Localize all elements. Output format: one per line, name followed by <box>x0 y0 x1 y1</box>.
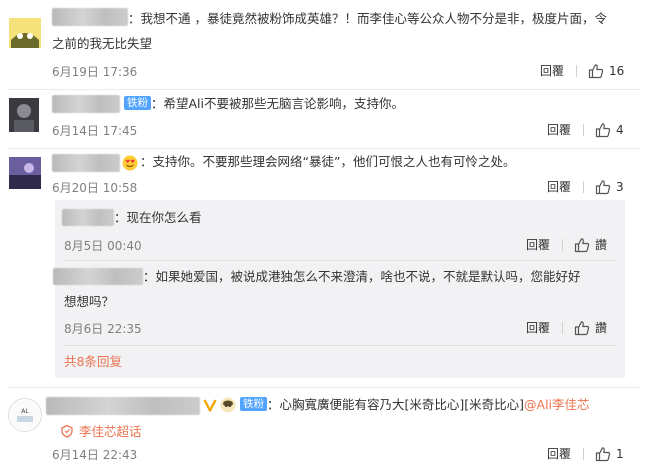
heart-eyes-emoji-icon <box>122 155 138 171</box>
action-separator <box>562 238 564 251</box>
comment-text-continued: 之前的我无比失望 <box>52 36 153 51</box>
like-icon[interactable] <box>595 179 611 195</box>
reply-button[interactable]: 回覆 <box>526 319 550 336</box>
mention-link[interactable]: @Ali李佳芯 <box>524 397 590 412</box>
like-icon[interactable] <box>574 237 590 253</box>
comment-1: ：我想不通 ，暴徒竟然被粉饰成英雄？！而李佳心等公众人物不分是非，极度片面，令 … <box>0 0 648 90</box>
username-redacted[interactable] <box>62 209 114 226</box>
like-count: 3 <box>616 179 624 194</box>
action-separator <box>583 180 585 193</box>
reply-text-continued: 想想吗？ <box>64 294 115 309</box>
action-separator <box>583 447 585 460</box>
supertopic-tag[interactable]: 李佳芯超话 <box>60 421 142 440</box>
comment-text-wrap: 铁粉 ：希望Ali不要被那些无脑言论影响，支持你。 <box>124 93 404 115</box>
comment-text: ：心胸寬廣便能有容乃大[米奇比心][米奇比心] <box>267 397 525 412</box>
like-label[interactable]: 讚 <box>595 319 607 336</box>
comment-4: AL 铁粉 ：心胸寬廣便能有容乃大[米奇比心][米奇比心]@Ali李佳芯 李佳芯超… <box>0 388 648 464</box>
reply-text: ：如果她爱国，被说成港独怎么不来澄清，啥也不说，不就是默认吗，您能好好 <box>143 269 581 284</box>
fan-badge: 铁粉 <box>240 397 267 411</box>
member-icon <box>220 397 236 413</box>
avatar[interactable] <box>9 98 39 132</box>
supertopic-label: 李佳芯超话 <box>79 424 142 439</box>
action-separator <box>562 321 564 334</box>
comment-timestamp: 6月14日 22:43 <box>52 448 138 462</box>
username-redacted[interactable] <box>52 154 120 172</box>
comment-actions: 回覆 1 <box>547 445 624 462</box>
comment-timestamp: 6月14日 17:45 <box>52 124 138 138</box>
reply-timestamp: 8月6日 22:35 <box>64 322 142 336</box>
like-count: 16 <box>609 63 625 78</box>
more-replies-link[interactable]: 共8条回复 <box>64 351 122 373</box>
comment-actions: 回覆 16 <box>540 62 624 79</box>
like-icon[interactable] <box>595 446 611 462</box>
action-separator <box>583 123 585 136</box>
comment-actions: 回覆 3 <box>547 178 624 195</box>
comment-text: ：支持你。不要那些理会网络“暴徒”，他们可恨之人也有可怜之处。 <box>140 154 516 169</box>
reply-button[interactable]: 回覆 <box>526 236 550 253</box>
action-separator <box>576 64 578 77</box>
supertopic-icon <box>60 424 74 438</box>
comment-text: ：我想不通 ，暴徒竟然被粉饰成英雄？！而李佳心等公众人物不分是非，极度片面，令 <box>128 11 607 26</box>
reply-button[interactable]: 回覆 <box>547 445 571 462</box>
avatar[interactable] <box>9 18 41 48</box>
reply-button[interactable]: 回覆 <box>547 178 571 195</box>
comment-text-wrap: 铁粉 ：心胸寬廣便能有容乃大[米奇比心][米奇比心]@Ali李佳芯 <box>240 394 590 416</box>
reply-text: ：现在你怎么看 <box>114 210 202 225</box>
username-redacted[interactable] <box>52 95 120 113</box>
avatar[interactable]: AL <box>8 398 42 432</box>
like-icon[interactable] <box>588 63 604 79</box>
reply-actions: 回覆 讚 <box>526 319 607 336</box>
comment-actions: 回覆 4 <box>547 121 624 138</box>
comment-text: ：希望Ali不要被那些无脑言论影响，支持你。 <box>151 96 404 111</box>
reply-actions: 回覆 讚 <box>526 236 607 253</box>
reply-button[interactable]: 回覆 <box>540 62 564 79</box>
divider <box>64 260 616 261</box>
comment-timestamp: 6月20日 10:58 <box>52 181 138 195</box>
comment-timestamp: 6月19日 17:36 <box>52 65 138 79</box>
username-redacted[interactable] <box>46 397 200 415</box>
username-redacted[interactable] <box>52 8 128 26</box>
like-icon[interactable] <box>574 320 590 336</box>
verified-v-icon <box>203 398 217 412</box>
like-label[interactable]: 讚 <box>595 236 607 253</box>
comment-2: 铁粉 ：希望Ali不要被那些无脑言论影响，支持你。 6月14日 17:45 回覆 … <box>0 90 648 148</box>
divider <box>64 345 616 346</box>
avatar[interactable] <box>9 157 41 189</box>
like-icon[interactable] <box>595 122 611 138</box>
reply-timestamp: 8月5日 00:40 <box>64 239 142 253</box>
comment-3: ：支持你。不要那些理会网络“暴徒”，他们可恨之人也有可怜之处。 6月20日 10… <box>0 149 648 201</box>
like-count: 4 <box>616 122 624 137</box>
like-count: 1 <box>616 446 624 461</box>
username-redacted[interactable] <box>53 268 143 285</box>
replies-panel: ：现在你怎么看 8月5日 00:40 回覆 讚 ：如果她爱国，被说成港独怎么不来… <box>53 200 625 378</box>
svg-text:AL: AL <box>21 408 29 415</box>
reply-button[interactable]: 回覆 <box>547 121 571 138</box>
fan-badge: 铁粉 <box>124 96 151 110</box>
